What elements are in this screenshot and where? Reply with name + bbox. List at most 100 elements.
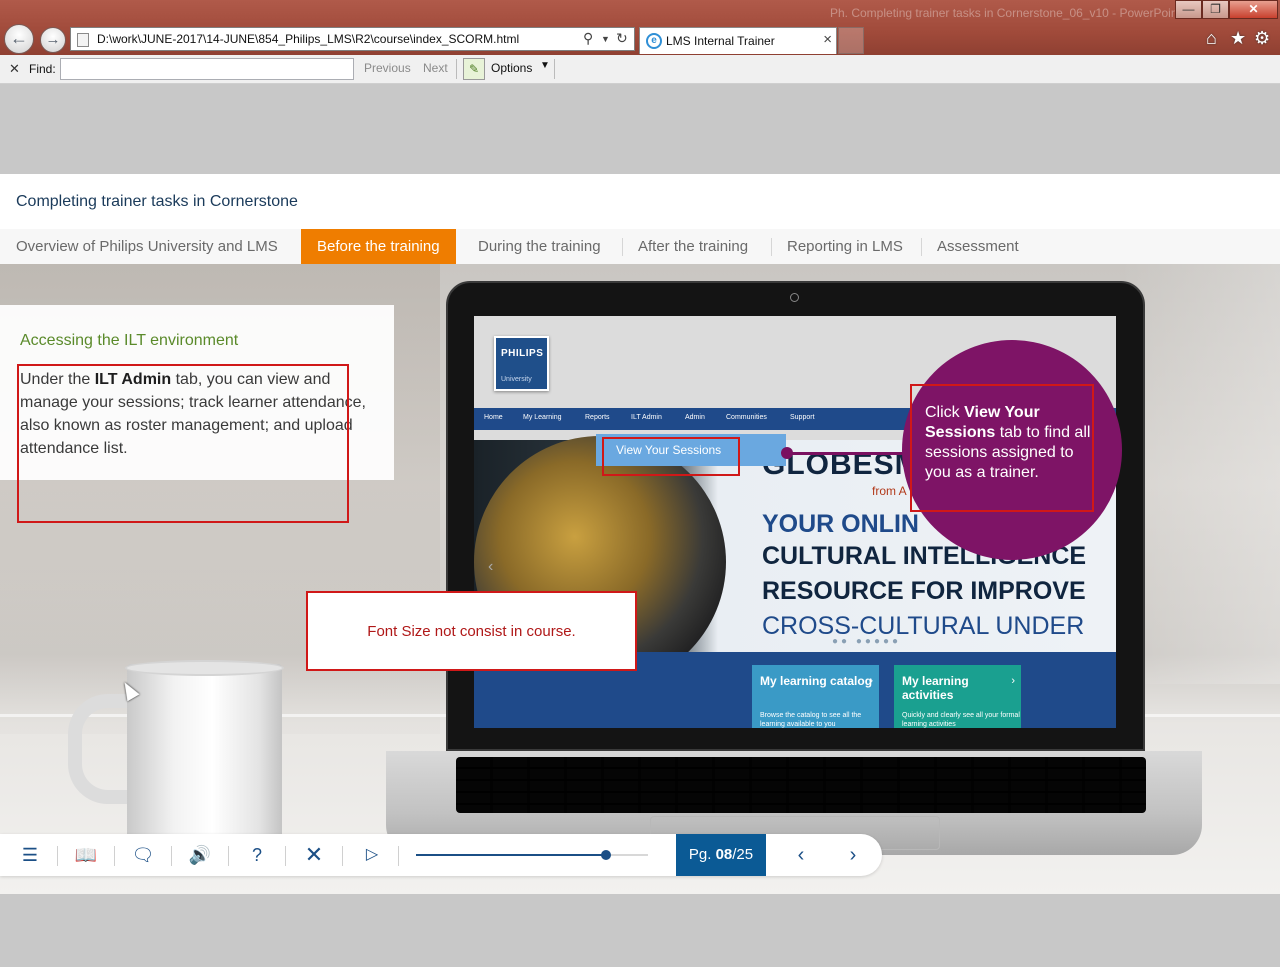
divider <box>398 846 399 866</box>
find-options-button[interactable]: Options <box>491 61 532 75</box>
card-title: My learning activities <box>902 674 969 702</box>
favorites-icon[interactable]: ★ <box>1230 28 1246 49</box>
lms-card-activities: My learning activities › Quickly and cle… <box>894 665 1021 728</box>
mug-rim <box>125 660 284 676</box>
play-icon[interactable]: ▷ <box>359 842 385 868</box>
refresh-icon[interactable]: ↻ <box>616 30 628 47</box>
progress-thumb[interactable] <box>601 850 612 860</box>
coffee-mug <box>127 664 282 854</box>
ie-icon: e <box>646 33 662 49</box>
next-page-button[interactable]: › <box>840 842 866 868</box>
find-label: Find: <box>29 62 56 76</box>
slide-stage: ‹ GLOBESM from A YOUR ONLIN CULTURAL INT… <box>0 264 1280 894</box>
page-total: /25 <box>732 846 754 863</box>
dropdown-icon[interactable]: ▼ <box>601 34 610 44</box>
close-tab-icon[interactable]: × <box>823 31 832 48</box>
highlight-icon[interactable]: ✎ <box>463 58 485 80</box>
lms-menu-item: Admin <box>685 414 705 421</box>
help-icon[interactable]: ? <box>244 842 270 868</box>
restore-button[interactable]: ❐ <box>1202 0 1229 19</box>
lms-menu-item: My Learning <box>523 414 562 421</box>
carousel-prev-icon: ‹ <box>488 558 494 575</box>
settings-icon[interactable]: ⚙ <box>1254 28 1270 49</box>
hero-line: RESOURCE FOR IMPROVE <box>762 577 1086 605</box>
info-panel: Accessing the ILT environment Under the … <box>0 305 394 523</box>
new-tab-button[interactable] <box>838 27 864 54</box>
page-indicator: Pg. 08/25 <box>676 834 766 876</box>
divider <box>57 846 58 866</box>
course-title: Completing trainer tasks in Cornerstone <box>16 193 298 210</box>
card-title: My learning catalog <box>760 674 873 688</box>
divider <box>456 59 457 79</box>
divider <box>228 846 229 866</box>
minimize-button[interactable]: — <box>1175 0 1202 19</box>
tab-before-training[interactable]: Before the training <box>301 229 456 265</box>
tab-assessment[interactable]: Assessment <box>921 229 1035 265</box>
slide-body-bold: ILT Admin <box>94 371 172 388</box>
chevron-right-icon: › <box>1011 675 1015 687</box>
carousel-dots: ●● ●●●●● <box>832 636 902 647</box>
tab-reporting[interactable]: Reporting in LMS <box>771 229 919 265</box>
callout-connector <box>786 452 904 455</box>
lms-menu-item: Communities <box>726 414 767 421</box>
home-icon[interactable]: ⌂ <box>1206 28 1217 49</box>
tab-overview[interactable]: Overview of Philips University and LMS <box>0 229 294 265</box>
slide-heading: Accessing the ILT environment <box>20 332 239 349</box>
comment-icon[interactable]: 🗨 <box>130 842 156 868</box>
close-window-button[interactable]: ✕ <box>1229 0 1278 19</box>
prev-page-button[interactable]: ‹ <box>788 842 814 868</box>
find-bar: ✕ Find: Previous Next ✎ Options ▼ <box>0 55 1280 84</box>
forward-icon: → <box>45 31 61 48</box>
lms-menu-item: Support <box>790 414 815 421</box>
course-nav: Overview of Philips University and LMS B… <box>0 229 1280 265</box>
browser-tab[interactable]: e LMS Internal Trainer × <box>639 27 837 54</box>
lms-menu-item: Reports <box>585 414 610 421</box>
player-bar: ☰ 📖 🗨 🔊 ? ✕ ▷ Pg. 08/25 ‹ › <box>0 834 882 876</box>
course-header: Completing trainer tasks in Cornerstone <box>0 174 1280 229</box>
exit-icon[interactable]: ✕ <box>301 842 327 868</box>
divider <box>554 59 555 79</box>
callout-dot <box>781 447 793 459</box>
tab-after-training[interactable]: After the training <box>622 229 764 265</box>
progress-slider[interactable] <box>416 850 648 860</box>
back-button[interactable]: ← <box>4 24 34 54</box>
menu-icon[interactable]: ☰ <box>17 842 43 868</box>
find-previous-button[interactable]: Previous <box>364 61 411 75</box>
caret-down-icon[interactable]: ▼ <box>540 60 550 71</box>
address-bar[interactable]: D:\work\JUNE-2017\14-JUNE\854_Philips_LM… <box>70 27 635 51</box>
slide-body-pre: Under the <box>20 371 95 388</box>
annotation-box <box>910 384 1094 512</box>
card-description: Browse the catalog to see all the learni… <box>760 712 862 728</box>
find-input[interactable] <box>60 58 354 80</box>
laptop-keyboard <box>456 757 1146 813</box>
forward-button[interactable]: → <box>40 27 66 53</box>
address-text[interactable]: D:\work\JUNE-2017\14-JUNE\854_Philips_LM… <box>97 32 519 46</box>
review-comment-box: Font Size not consist in course. <box>306 591 637 671</box>
glossary-icon[interactable]: 📖 <box>73 842 99 868</box>
tab-title: LMS Internal Trainer <box>666 34 775 48</box>
card-description: Quickly and clearly see all your formal … <box>902 712 1020 728</box>
find-next-button[interactable]: Next <box>423 61 448 75</box>
divider <box>285 846 286 866</box>
hero-line: YOUR ONLIN <box>762 510 919 538</box>
lms-card-catalog: My learning catalog › Browse the catalog… <box>752 665 879 728</box>
audio-icon[interactable]: 🔊 <box>187 842 213 868</box>
slide-body: Under the ILT Admin tab, you can view an… <box>20 368 370 460</box>
close-find-icon[interactable]: ✕ <box>9 61 20 77</box>
back-icon: ← <box>10 28 28 48</box>
divider <box>171 846 172 866</box>
browser-chrome: Ph. Completing trainer tasks in Cornerst… <box>0 0 1280 55</box>
tab-during-training[interactable]: During the training <box>462 229 617 265</box>
annotation-box <box>602 437 740 476</box>
page-icon <box>77 33 89 47</box>
logo-wordmark: PHILIPS <box>501 348 544 359</box>
hero-brand-sub: from A <box>872 484 907 498</box>
review-comment: Font Size not consist in course. <box>367 623 576 640</box>
progress-fill <box>416 854 607 856</box>
philips-logo: PHILIPS University <box>494 336 549 391</box>
window-title: Ph. Completing trainer tasks in Cornerst… <box>830 6 1181 20</box>
divider <box>342 846 343 866</box>
divider <box>114 846 115 866</box>
search-icon[interactable]: ⚲ <box>583 30 593 47</box>
hero-line: CROSS-CULTURAL UNDER <box>762 612 1085 640</box>
